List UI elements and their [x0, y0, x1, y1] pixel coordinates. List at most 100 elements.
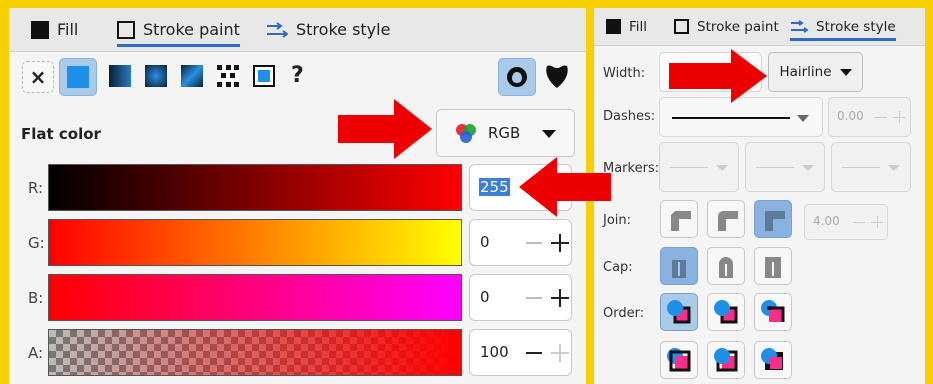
tab-stroke-paint-label: Stroke paint [697, 18, 779, 35]
annotation-arrow-left-icon [519, 157, 611, 217]
markers-label: Markers: [603, 161, 660, 176]
paint-order-icon [761, 348, 783, 370]
alpha-channel-spinbox[interactable]: 100 [469, 329, 572, 376]
paint-order-fill-markers-stroke-button[interactable] [754, 293, 792, 331]
tab-stroke-style-label: Stroke style [296, 20, 391, 39]
stroke-style-icon [791, 19, 808, 33]
tab-bar: Fill Stroke paint Stroke style [9, 8, 586, 52]
order-label: Order: [603, 306, 645, 321]
increment-icon[interactable] [551, 289, 569, 307]
alpha-channel-slider[interactable] [48, 329, 462, 376]
color-mode-label: RGB [488, 124, 521, 142]
width-unit-label: Hairline [779, 64, 832, 80]
annotation-arrow-right-icon [669, 49, 767, 103]
miter-limit-spinbox[interactable]: 4.00 [804, 204, 888, 240]
miter-limit-value: 4.00 [813, 214, 840, 228]
decrement-icon[interactable] [526, 297, 542, 299]
chevron-down-icon [839, 68, 852, 76]
color-mode-select[interactable]: RGB [436, 109, 575, 157]
paint-order-markers-fill-stroke-button[interactable] [660, 341, 698, 379]
tab-fill-label: Fill [629, 18, 648, 35]
round-cap-icon [719, 257, 733, 278]
paint-order-icon [667, 300, 691, 324]
flat-color-icon [67, 66, 89, 88]
swatch-icon[interactable] [253, 65, 275, 87]
tab-bar: Fill Stroke paint Stroke style [594, 8, 925, 46]
blue-channel-slider[interactable] [48, 274, 462, 321]
stroke-paint-icon [117, 20, 135, 39]
fill-stroke-panel-paint: Fill Stroke paint Stroke style × ? Flat … [9, 8, 586, 384]
tab-stroke-paint-label: Stroke paint [143, 20, 240, 39]
round-join-icon [718, 211, 738, 231]
join-miter-button[interactable] [754, 200, 792, 238]
decrement-icon[interactable] [526, 352, 542, 354]
paint-flat-color-button[interactable] [59, 58, 97, 96]
cap-square-button[interactable] [754, 247, 792, 285]
paint-order-markers-stroke-fill-button[interactable] [707, 341, 745, 379]
annotation-arrow-right-icon [338, 99, 432, 159]
mid-marker-select[interactable] [745, 142, 825, 192]
red-channel-label: R: [28, 179, 44, 197]
linear-gradient-icon[interactable] [109, 65, 131, 87]
red-channel-slider[interactable] [48, 164, 462, 211]
radial-gradient-icon[interactable] [145, 65, 167, 87]
tab-fill[interactable]: Fill [606, 8, 647, 45]
tab-stroke-paint[interactable]: Stroke paint [117, 8, 240, 51]
join-bevel-button[interactable] [660, 200, 698, 238]
fill-rule-evenodd-button[interactable] [498, 58, 536, 96]
paint-order-icon [667, 348, 691, 372]
unset-paint-icon[interactable]: ? [291, 63, 304, 88]
pattern-icon[interactable] [217, 65, 239, 87]
width-unit-select[interactable]: Hairline [768, 52, 863, 92]
end-marker-select[interactable] [831, 142, 911, 192]
increment-icon[interactable] [551, 234, 569, 252]
cap-round-button[interactable] [707, 247, 745, 285]
paint-order-stroke-fill-markers-button[interactable] [707, 293, 745, 331]
dashes-label: Dashes: [603, 109, 656, 124]
tab-stroke-style-label: Stroke style [816, 18, 896, 35]
tab-fill-label: Fill [57, 20, 79, 39]
butt-cap-icon [672, 260, 686, 278]
bevel-join-icon [671, 211, 691, 231]
cap-butt-button[interactable] [660, 247, 698, 285]
increment-icon [871, 216, 883, 228]
paint-order-icon [761, 300, 785, 322]
flat-color-label: Flat color [21, 125, 101, 143]
paint-order-icon [714, 348, 738, 372]
tab-stroke-style[interactable]: Stroke style [266, 8, 390, 51]
increment-icon [893, 111, 905, 123]
blue-channel-value[interactable]: 0 [480, 288, 490, 306]
alpha-channel-value[interactable]: 100 [480, 343, 509, 361]
rgb-circles-icon [456, 124, 476, 143]
blue-channel-label: B: [28, 289, 44, 307]
blue-channel-spinbox[interactable]: 0 [469, 274, 572, 321]
cap-label: Cap: [603, 260, 633, 275]
fill-icon [606, 19, 621, 34]
dash-offset-value: 0.00 [837, 109, 864, 123]
dash-offset-spinbox[interactable]: 0.00 [828, 97, 911, 137]
green-channel-value[interactable]: 0 [480, 233, 490, 251]
fill-rule-nonzero-icon[interactable] [544, 63, 570, 91]
green-channel-spinbox[interactable]: 0 [469, 219, 572, 266]
none-icon: × [29, 65, 47, 89]
tab-stroke-paint[interactable]: Stroke paint [674, 8, 779, 45]
paint-order-stroke-markers-fill-button[interactable] [754, 341, 792, 379]
decrement-icon[interactable] [526, 242, 542, 244]
chevron-down-icon [542, 130, 556, 138]
green-channel-label: G: [28, 234, 45, 252]
paint-none-button[interactable]: × [22, 61, 54, 93]
join-round-button[interactable] [707, 200, 745, 238]
mesh-gradient-icon[interactable] [181, 65, 203, 87]
paint-order-icon [714, 300, 738, 324]
fill-icon [31, 20, 49, 39]
stroke-paint-icon [674, 19, 689, 34]
increment-icon[interactable] [551, 344, 569, 362]
width-label: Width: [603, 66, 646, 81]
stroke-style-icon [267, 21, 288, 38]
start-marker-select[interactable] [659, 142, 739, 192]
tab-fill[interactable]: Fill [31, 8, 78, 51]
red-channel-value[interactable]: 255 [479, 178, 510, 196]
paint-order-fill-stroke-markers-button[interactable] [660, 293, 698, 331]
tab-stroke-style[interactable]: Stroke style [790, 8, 896, 45]
green-channel-slider[interactable] [48, 219, 462, 266]
